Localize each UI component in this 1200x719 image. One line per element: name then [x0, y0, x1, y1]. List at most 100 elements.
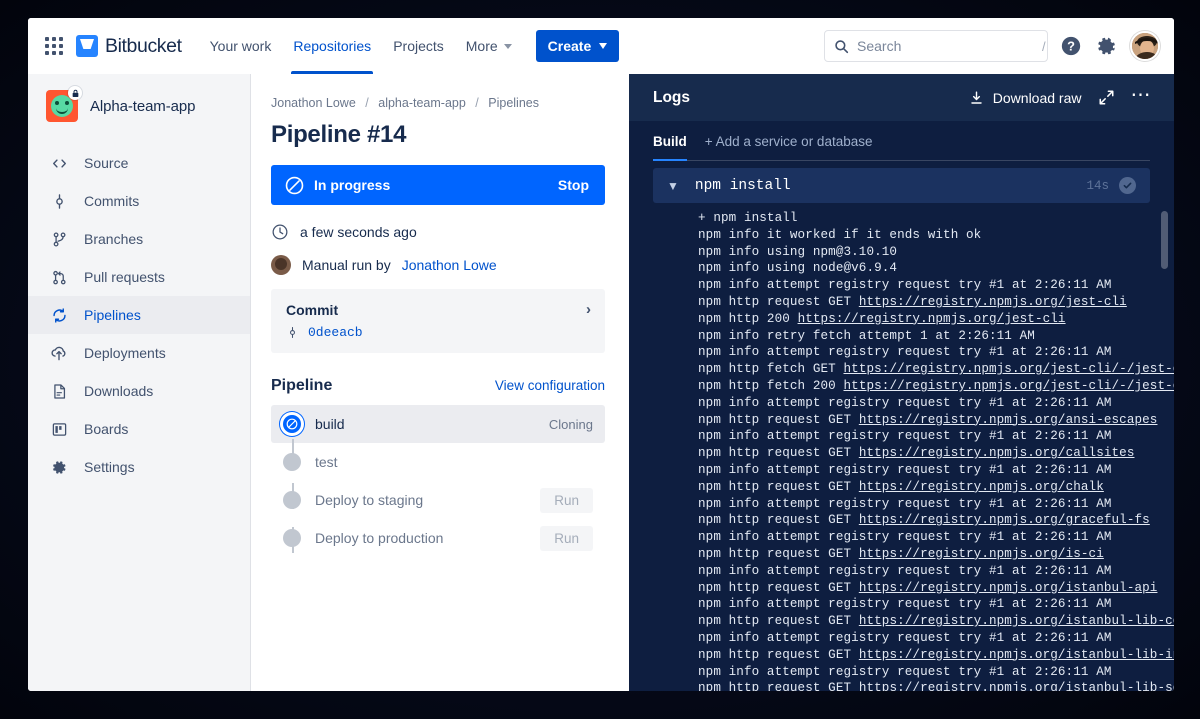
pipeline-section-title: Pipeline [271, 377, 332, 395]
pipeline-step-build[interactable]: build Cloning [271, 405, 605, 443]
sidebar-item-label: Source [84, 155, 128, 171]
code-icon [50, 154, 68, 172]
nav-item-repositories[interactable]: Repositories [283, 18, 381, 74]
logs-title: Logs [653, 89, 690, 107]
sidebar-item-boards[interactable]: Boards [28, 410, 250, 448]
log-url[interactable]: https://registry.npmjs.org/istanbul-lib-… [859, 614, 1174, 628]
log-line: npm http request GET https://registry.np… [629, 445, 1174, 462]
log-line: npm info using npm@3.10.10 [629, 244, 1174, 261]
breadcrumb-owner[interactable]: Jonathon Lowe [271, 96, 356, 110]
app-switcher-icon[interactable] [40, 32, 68, 60]
logs-panel: Logs Download raw [629, 74, 1174, 691]
expand-icon[interactable] [1098, 89, 1115, 106]
download-raw-label: Download raw [993, 90, 1082, 106]
settings-icon [50, 458, 68, 476]
chevron-right-icon[interactable]: › [586, 301, 591, 318]
log-command-row[interactable]: ▼ npm install 14s [653, 168, 1150, 203]
log-line: npm info attempt registry request try #1… [629, 529, 1174, 546]
commit-hash[interactable]: 0deeacb [308, 325, 363, 340]
run-by-prefix: Manual run by [302, 257, 391, 273]
log-line: npm http 200 https://registry.npmjs.org/… [629, 311, 1174, 328]
sidebar-item-settings[interactable]: Settings [28, 448, 250, 486]
logs-actions: Download raw ⋯ [969, 89, 1152, 106]
breadcrumb-repo[interactable]: alpha-team-app [378, 96, 466, 110]
pipeline-step-test[interactable]: test [271, 443, 605, 481]
step-name: build [315, 416, 345, 432]
run-step-button[interactable]: Run [540, 526, 593, 551]
bitbucket-logo[interactable]: Bitbucket [76, 35, 182, 58]
log-url[interactable]: https://registry.npmjs.org/jest-cli/-/je… [844, 379, 1175, 393]
sidebar-item-deployments[interactable]: Deployments [28, 334, 250, 372]
pipeline-step-deploy-production[interactable]: Deploy to production Run [271, 519, 605, 557]
log-line: npm info attempt registry request try #1… [629, 664, 1174, 681]
create-button[interactable]: Create [536, 30, 620, 62]
sidebar-item-downloads[interactable]: Downloads [28, 372, 250, 410]
logs-tabs: Build + Add a service or database [629, 121, 1174, 161]
log-url[interactable]: https://registry.npmjs.org/is-ci [859, 547, 1104, 561]
repository-header[interactable]: Alpha-team-app [28, 90, 250, 122]
desktop-backdrop: Bitbucket Your work Repositories Project… [0, 0, 1200, 719]
svg-text:?: ? [1067, 39, 1075, 54]
log-url[interactable]: https://registry.npmjs.org/istanbul-lib-… [859, 681, 1174, 691]
avatar [271, 255, 291, 275]
log-lines-container: + npm installnpm info it worked if it en… [629, 210, 1174, 691]
log-url[interactable]: https://registry.npmjs.org/jest-cli [859, 295, 1127, 309]
log-url[interactable]: https://registry.npmjs.org/graceful-fs [859, 513, 1150, 527]
sidebar-item-label: Pull requests [84, 269, 165, 285]
pipeline-step-deploy-staging[interactable]: Deploy to staging Run [271, 481, 605, 519]
breadcrumb-pipelines[interactable]: Pipelines [488, 96, 539, 110]
log-duration: 14s [1086, 179, 1109, 193]
user-avatar[interactable] [1130, 31, 1160, 61]
success-check-icon [1119, 177, 1136, 194]
log-line: npm http request GET https://registry.np… [629, 647, 1174, 664]
nav-item-your-work[interactable]: Your work [200, 18, 282, 74]
sidebar-item-pull-requests[interactable]: Pull requests [28, 258, 250, 296]
log-line: npm http request GET https://registry.np… [629, 546, 1174, 563]
log-scrollbar-thumb[interactable] [1161, 211, 1168, 269]
commit-icon [286, 325, 299, 340]
log-url[interactable]: https://registry.npmjs.org/istanbul-lib-… [859, 648, 1174, 662]
sidebar-item-pipelines[interactable]: Pipelines [28, 296, 250, 334]
nav-item-projects[interactable]: Projects [383, 18, 454, 74]
search-box[interactable]: / [824, 30, 1048, 62]
search-input[interactable] [857, 38, 1038, 54]
download-raw-button[interactable]: Download raw [969, 90, 1082, 106]
sidebar-item-branches[interactable]: Branches [28, 220, 250, 258]
log-url[interactable]: https://registry.npmjs.org/istanbul-api [859, 581, 1158, 595]
download-icon [969, 90, 984, 106]
gear-icon[interactable] [1094, 33, 1120, 59]
stop-button[interactable]: Stop [558, 177, 589, 193]
sidebar-item-source[interactable]: Source [28, 144, 250, 182]
sidebar-item-commits[interactable]: Commits [28, 182, 250, 220]
log-output[interactable]: + npm installnpm info it worked if it en… [629, 203, 1174, 691]
view-configuration-link[interactable]: View configuration [495, 378, 605, 393]
log-line: npm info retry fetch attempt 1 at 2:26:1… [629, 328, 1174, 345]
bitbucket-mark-icon [76, 35, 98, 57]
breadcrumb: Jonathon Lowe / alpha-team-app / Pipelin… [271, 96, 605, 110]
page-title: Pipeline #14 [271, 121, 605, 149]
step-name: test [315, 454, 338, 470]
log-line: npm http fetch GET https://registry.npmj… [629, 361, 1174, 378]
help-icon[interactable]: ? [1058, 33, 1084, 59]
chevron-down-icon[interactable]: ▼ [667, 180, 679, 192]
step-running-icon [283, 415, 301, 433]
commit-card[interactable]: Commit › 0deeacb [271, 289, 605, 353]
log-line: + npm install [629, 210, 1174, 227]
sidebar-item-label: Settings [84, 459, 135, 475]
log-line: npm http request GET https://registry.np… [629, 512, 1174, 529]
nav-item-more[interactable]: More [456, 18, 522, 74]
run-by-user-link[interactable]: Jonathon Lowe [402, 257, 497, 273]
tab-build[interactable]: Build [653, 121, 687, 161]
log-line: npm info attempt registry request try #1… [629, 344, 1174, 361]
sidebar-item-label: Downloads [84, 383, 153, 399]
log-url[interactable]: https://registry.npmjs.org/callsites [859, 446, 1135, 460]
run-step-button[interactable]: Run [540, 488, 593, 513]
commit-card-title: Commit [286, 302, 338, 318]
log-url[interactable]: https://registry.npmjs.org/chalk [859, 480, 1104, 494]
tab-add-service[interactable]: + Add a service or database [705, 121, 873, 161]
log-url[interactable]: https://registry.npmjs.org/jest-cli/-/je… [844, 362, 1175, 376]
log-url[interactable]: https://registry.npmjs.org/ansi-escapes [859, 413, 1158, 427]
step-pending-icon [283, 491, 301, 509]
more-options-icon[interactable]: ⋯ [1131, 90, 1153, 106]
log-url[interactable]: https://registry.npmjs.org/jest-cli [798, 312, 1066, 326]
